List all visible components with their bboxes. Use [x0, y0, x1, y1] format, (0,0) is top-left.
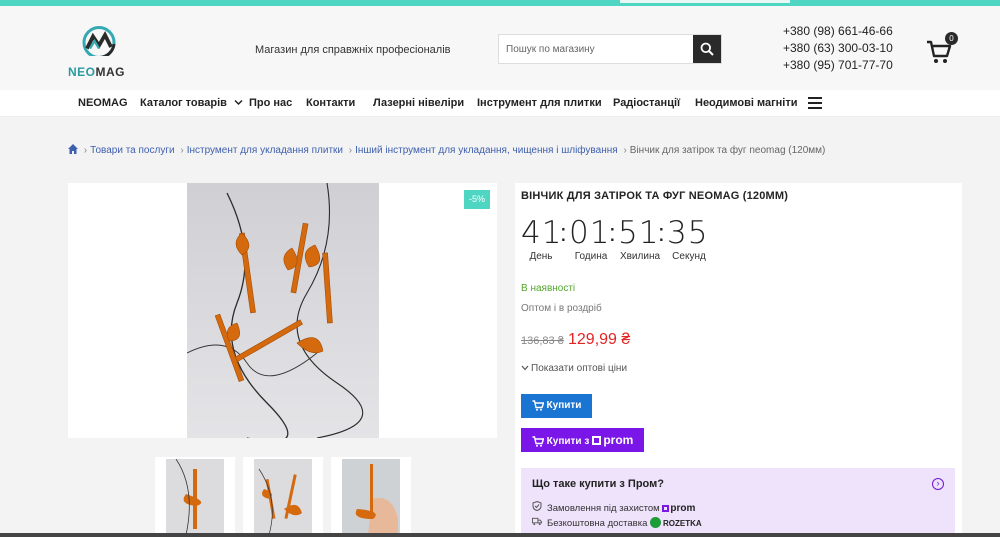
- site-header: NEOMAG Магазин для справжніх професіонал…: [0, 6, 1000, 90]
- countdown-hours: 01: [569, 215, 611, 251]
- countdown-label-seconds: Секунд: [672, 251, 706, 262]
- shield-icon: [532, 501, 542, 511]
- rozetka-logo: ROZETKA: [650, 517, 702, 528]
- thumbnail-image: [166, 459, 224, 535]
- nav-item-catalog[interactable]: Каталог товарів: [140, 97, 243, 109]
- site-tagline: Магазин для справжніх професіоналів: [255, 44, 451, 56]
- thumbnail[interactable]: [331, 457, 411, 537]
- product-gallery: -5%: [68, 183, 497, 438]
- nav-item-magnets[interactable]: Неодимові магніти: [695, 97, 798, 109]
- prom-protection-row: Замовлення під захистом prom: [532, 501, 695, 514]
- prom-delivery-row: Безкоштовна доставка ROZETKA: [532, 517, 702, 529]
- bottom-taskbar-edge: [0, 533, 1000, 537]
- countdown-colon: :: [609, 220, 616, 247]
- countdown-colon: :: [658, 220, 665, 247]
- countdown-days: 41: [521, 215, 563, 251]
- cart-icon: [532, 400, 545, 412]
- chevron-down-icon: [234, 99, 243, 106]
- nav-item-tile-tools[interactable]: Інструмент для плитки: [477, 97, 602, 109]
- phone-number[interactable]: +380 (63) 300-03-10: [783, 40, 893, 57]
- current-price: 129,99 ₴: [568, 331, 631, 348]
- menu-icon[interactable]: [808, 97, 822, 109]
- prom-logo: prom: [662, 503, 695, 514]
- truck-icon: [532, 517, 542, 526]
- breadcrumb-link[interactable]: Інструмент для укладання плитки: [187, 145, 343, 156]
- logo-mark-icon: [82, 26, 116, 56]
- breadcrumb-separator: ›: [623, 145, 627, 156]
- countdown-seconds: 35: [667, 215, 709, 251]
- arrow-right-icon[interactable]: ›: [932, 478, 944, 490]
- cart-count-badge: 0: [945, 32, 958, 45]
- nav-item-about[interactable]: Про нас: [249, 97, 292, 109]
- countdown-label-minutes: Хвилина: [619, 251, 661, 262]
- product-info-panel: ВІНЧИК ДЛЯ ЗАТІРОК ТА ФУГ NEOMAG (120ММ)…: [515, 183, 962, 537]
- breadcrumb-separator: ›: [348, 145, 353, 156]
- phone-list: +380 (98) 661-46-66 +380 (63) 300-03-10 …: [783, 23, 893, 74]
- stock-status: В наявності: [521, 283, 576, 294]
- breadcrumb-current: Вінчик для затірок та фуг neomag (120мм): [629, 145, 826, 156]
- nav-item-radios[interactable]: Радіостанції: [613, 97, 680, 109]
- countdown-colon: :: [560, 220, 567, 247]
- prom-info-box: Що таке купити з Пром? › Замовлення під …: [521, 468, 955, 537]
- discount-badge: -5%: [464, 190, 490, 209]
- nav-item-laser-levels[interactable]: Лазерні нівеліри: [373, 97, 464, 109]
- phone-number[interactable]: +380 (95) 701-77-70: [783, 57, 893, 74]
- site-logo[interactable]: NEOMAG: [66, 18, 136, 82]
- breadcrumb-separator: ›: [83, 145, 88, 156]
- top-strip-tab: [620, 0, 790, 3]
- sale-type: Оптом і в роздріб: [521, 303, 602, 314]
- prom-info-heading: Що таке купити з Пром?: [532, 478, 664, 490]
- countdown-minutes: 51: [618, 215, 660, 251]
- product-photo-illustration: [187, 183, 364, 438]
- product-title: ВІНЧИК ДЛЯ ЗАТІРОК ТА ФУГ NEOMAG (120ММ): [521, 190, 789, 202]
- breadcrumb-link[interactable]: Товари та послуги: [90, 145, 174, 156]
- chevron-down-icon: [521, 365, 529, 371]
- nav-item-contacts[interactable]: Контакти: [306, 97, 355, 109]
- search-icon: [700, 42, 714, 56]
- search-bar: [498, 34, 722, 64]
- search-button[interactable]: [693, 35, 721, 63]
- buy-button[interactable]: Купити: [521, 394, 592, 418]
- thumbnail[interactable]: [155, 457, 235, 537]
- logo-text: NEOMAG: [68, 65, 126, 79]
- cart-button[interactable]: 0: [926, 32, 958, 69]
- buy-with-prom-button[interactable]: Купити з prom: [521, 428, 644, 452]
- breadcrumb-link[interactable]: Інший інструмент для укладання, чищення …: [355, 145, 618, 156]
- prom-logo-icon: [592, 436, 602, 445]
- countdown-label-hours: Година: [574, 251, 608, 262]
- thumbnail[interactable]: [243, 457, 323, 537]
- home-icon[interactable]: [68, 144, 78, 154]
- cart-icon: [532, 436, 545, 447]
- breadcrumb-separator: ›: [180, 145, 184, 156]
- show-wholesale-prices[interactable]: Показати оптові ціни: [521, 363, 627, 374]
- thumbnail-image: [342, 459, 400, 535]
- breadcrumb: › Товари та послуги › Інструмент для уклад…: [68, 144, 825, 156]
- phone-number[interactable]: +380 (98) 661-46-66: [783, 23, 893, 40]
- main-nav: NEOMAG Каталог товарів Про нас Контакти …: [0, 90, 1000, 117]
- thumbnail-image: [254, 459, 312, 535]
- countdown-label-days: День: [529, 251, 553, 262]
- nav-item-neomag[interactable]: NEOMAG: [78, 97, 128, 109]
- nav-item-catalog-label: Каталог товарів: [140, 97, 227, 109]
- search-input[interactable]: [499, 35, 693, 63]
- product-main-image[interactable]: [187, 183, 379, 438]
- old-price: 136,83 ₴: [521, 335, 564, 347]
